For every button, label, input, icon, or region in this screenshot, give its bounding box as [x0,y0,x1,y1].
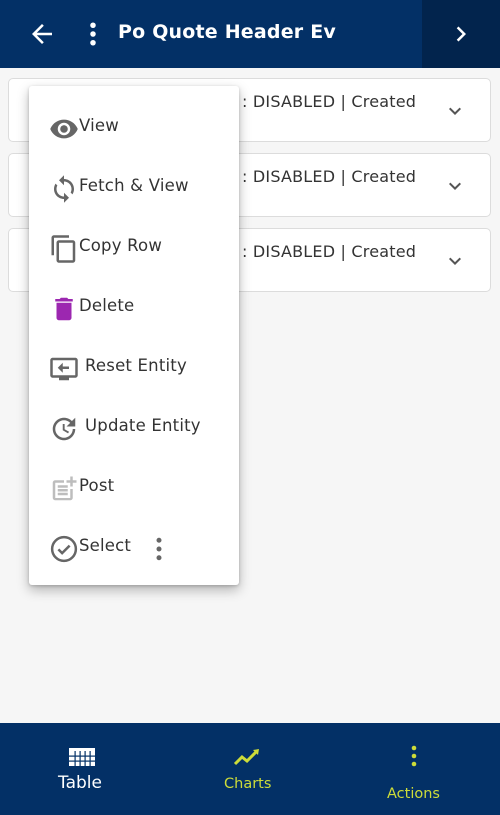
check-circle-icon [50,535,78,563]
menu-item-label: Select [79,536,132,555]
tab-table[interactable]: Table [0,723,165,815]
list-item-text: : DISABLED | Created [242,167,417,186]
menu-item-reset-entity[interactable]: Reset Entity [29,336,239,396]
menu-item-label: Fetch & View [79,176,189,195]
page-title: Po Quote Header Ev [118,21,336,43]
more-vertical-icon[interactable] [83,19,103,49]
menu-item-select[interactable]: Select [29,516,239,576]
menu-item-label: Copy Row [79,236,163,255]
tab-label: Charts [224,776,272,792]
menu-item-fetch-view[interactable]: Fetch & View [29,156,239,216]
eye-icon [50,119,78,139]
reset-screen-icon [50,357,78,381]
refresh-icon [54,175,74,203]
post-add-icon [52,476,77,501]
trash-icon [55,297,73,321]
chevron-down-icon[interactable] [443,99,467,123]
arrow-left-icon[interactable] [27,19,57,49]
more-vertical-icon [411,745,417,767]
tab-charts[interactable]: Charts [165,723,330,815]
copy-icon [51,235,76,263]
menu-item-label: View [79,116,119,135]
row-actions-menu: View Fetch & View Copy Row Delete Reset … [29,86,239,585]
menu-item-copy-row[interactable]: Copy Row [29,216,239,276]
tab-label: Table [58,773,102,793]
app-bar: Po Quote Header Ev [0,0,500,68]
tab-actions[interactable]: Actions [330,723,500,815]
menu-item-post[interactable]: Post [29,456,239,516]
grid-icon [69,748,95,766]
bottom-nav: Table Charts Actions [0,723,500,815]
menu-item-label: Post [79,476,115,495]
menu-item-label: Reset Entity [85,356,187,375]
more-vertical-icon[interactable] [149,534,169,564]
next-button[interactable] [422,0,500,68]
menu-item-update-entity[interactable]: Update Entity [29,396,239,456]
chevron-right-icon [456,26,466,42]
chevron-down-icon[interactable] [443,174,467,198]
menu-item-label: Update Entity [85,416,201,435]
trend-line-icon [233,749,259,766]
list-item-text: : DISABLED | Created [242,242,417,261]
menu-item-delete[interactable]: Delete [29,276,239,336]
tab-label: Actions [387,786,440,802]
chevron-down-icon[interactable] [443,249,467,273]
history-icon [52,417,76,441]
menu-item-view[interactable]: View [29,96,239,156]
menu-item-label: Delete [79,296,135,315]
list-item-text: : DISABLED | Created [242,92,417,111]
